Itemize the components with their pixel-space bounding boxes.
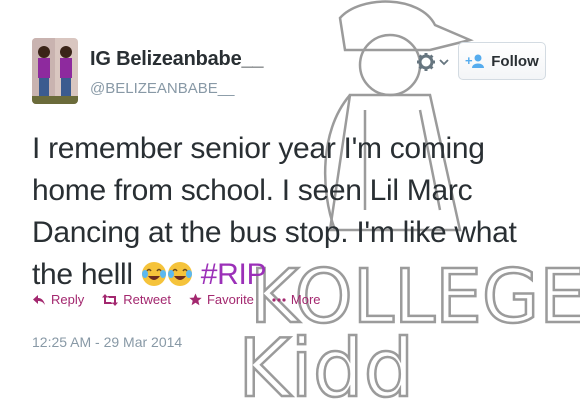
joy-tears-emoji-icon: [141, 262, 166, 286]
add-user-icon: +: [465, 53, 485, 68]
gear-menu-button[interactable]: [416, 48, 456, 76]
chevron-down-icon: [439, 59, 449, 66]
more-button[interactable]: More: [272, 292, 321, 307]
reply-button[interactable]: Reply: [32, 292, 84, 307]
follow-label: Follow: [491, 52, 539, 70]
user-handle[interactable]: @BELIZEANBABE__: [90, 80, 234, 97]
favorite-button[interactable]: Favorite: [189, 292, 254, 307]
display-name[interactable]: IG Belizeanbabe__: [90, 48, 264, 71]
retweet-button[interactable]: Retweet: [102, 292, 171, 307]
tweet-actions: Reply Retweet Favorite More: [32, 292, 321, 307]
watermark-line2: Kidd: [238, 322, 414, 400]
tweet-body: I remember senior year I'm coming home f…: [32, 132, 517, 291]
svg-text:+: +: [465, 53, 473, 68]
tweet-timestamp[interactable]: 12:25 AM - 29 Mar 2014: [32, 334, 182, 350]
star-icon: [189, 293, 202, 306]
follow-button[interactable]: + Follow: [458, 42, 546, 80]
more-label: More: [290, 292, 321, 307]
avatar-image: [32, 38, 78, 104]
favorite-label: Favorite: [206, 292, 254, 307]
tweet-text: I remember senior year I'm coming home f…: [32, 128, 552, 296]
retweet-icon: [102, 293, 119, 306]
reply-icon: [33, 294, 45, 305]
reply-label: Reply: [51, 292, 85, 307]
avatar[interactable]: [32, 38, 78, 104]
joy-tears-emoji-icon: [167, 262, 192, 286]
hashtag-link[interactable]: #RIP: [201, 258, 267, 291]
more-dots-icon: [272, 297, 286, 302]
gear-icon: [417, 53, 435, 71]
retweet-label: Retweet: [123, 292, 171, 307]
